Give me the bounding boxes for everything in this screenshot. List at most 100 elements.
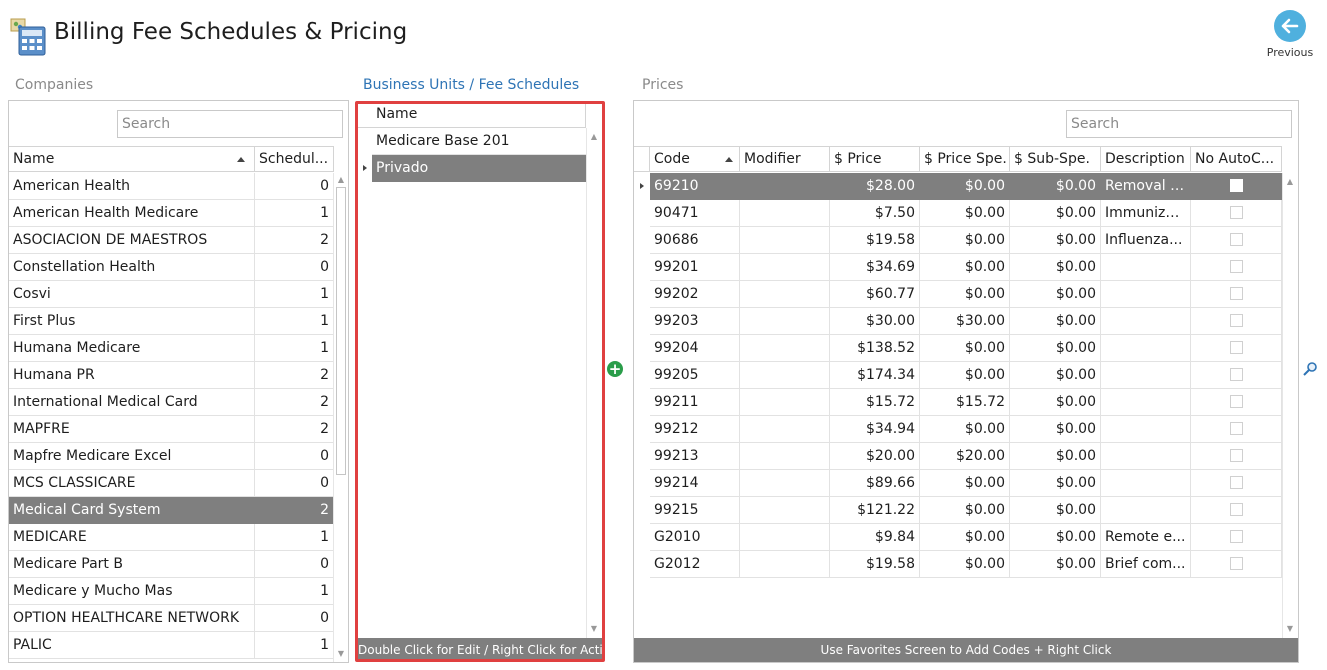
companies-scrollbar[interactable]: ▲ ▼ (333, 173, 347, 662)
no-autoc-checkbox[interactable] (1230, 395, 1243, 408)
price-row[interactable]: 69210 $28.00 $0.00 $0.00 Removal i... (650, 173, 1282, 200)
scroll-up-icon[interactable]: ▲ (336, 175, 346, 185)
company-row[interactable]: MAPFRE 2 (9, 416, 334, 443)
prices-col-price[interactable]: $ Price (830, 147, 920, 172)
price-modifier (740, 362, 830, 388)
company-row[interactable]: PALIC 1 (9, 632, 334, 659)
prices-scrollbar[interactable]: ▲ ▼ (1282, 173, 1296, 638)
price-amount: $15.72 (830, 389, 920, 415)
scroll-down-icon[interactable]: ▼ (589, 624, 599, 634)
no-autoc-checkbox[interactable] (1230, 206, 1243, 219)
price-no-autoc-cell (1191, 227, 1282, 253)
no-autoc-checkbox[interactable] (1230, 422, 1243, 435)
price-row[interactable]: 99215 $121.22 $0.00 $0.00 (650, 497, 1282, 524)
scroll-up-icon[interactable]: ▲ (1285, 177, 1295, 187)
company-row[interactable]: First Plus 1 (9, 308, 334, 335)
no-autoc-checkbox[interactable] (1230, 476, 1243, 489)
fee-schedule-name: Medicare Base 201 (376, 133, 510, 149)
company-row[interactable]: Medical Card System 2 (9, 497, 334, 524)
price-special: $30.00 (920, 308, 1010, 334)
no-autoc-checkbox[interactable] (1230, 557, 1243, 570)
no-autoc-checkbox[interactable] (1230, 260, 1243, 273)
company-row[interactable]: MCS CLASSICARE 0 (9, 470, 334, 497)
prices-search-placeholder: Search (1071, 116, 1120, 132)
price-row[interactable]: 99201 $34.69 $0.00 $0.00 (650, 254, 1282, 281)
prices-col-description[interactable]: Description (1101, 147, 1191, 172)
price-row[interactable]: G2012 $19.58 $0.00 $0.00 Brief com... (650, 551, 1282, 578)
price-row[interactable]: 99212 $34.94 $0.00 $0.00 (650, 416, 1282, 443)
price-row[interactable]: 99214 $89.66 $0.00 $0.00 (650, 470, 1282, 497)
company-row[interactable]: American Health Medicare 1 (9, 200, 334, 227)
price-code: 99213 (650, 443, 740, 469)
companies-search-input[interactable]: Search (117, 110, 343, 138)
company-row[interactable]: Humana PR 2 (9, 362, 334, 389)
prices-search-input[interactable]: Search (1066, 110, 1292, 138)
companies-col-schedules[interactable]: Schedul... (255, 147, 334, 172)
no-autoc-checkbox[interactable] (1230, 287, 1243, 300)
company-name: MEDICARE (9, 524, 255, 550)
company-row[interactable]: American Health 0 (9, 173, 334, 200)
fee-schedule-row[interactable]: Privado (372, 155, 586, 182)
company-schedule-count: 0 (255, 605, 334, 631)
price-description: Influenza... (1101, 227, 1191, 253)
company-row[interactable]: ASOCIACION DE MAESTROS 2 (9, 227, 334, 254)
plus-circle-icon[interactable]: + (607, 361, 623, 377)
arrow-left-icon (1274, 10, 1306, 42)
company-row[interactable]: Constellation Health 0 (9, 254, 334, 281)
price-sub-special: $0.00 (1010, 200, 1101, 226)
company-row[interactable]: Medicare Part B0 (9, 551, 334, 578)
scroll-down-icon[interactable]: ▼ (336, 649, 346, 659)
no-autoc-checkbox[interactable] (1230, 503, 1243, 516)
price-row[interactable]: 99203 $30.00 $30.00 $0.00 (650, 308, 1282, 335)
price-row[interactable]: 99211 $15.72 $15.72 $0.00 (650, 389, 1282, 416)
scroll-up-icon[interactable]: ▲ (589, 132, 599, 142)
scroll-down-icon[interactable]: ▼ (1285, 624, 1295, 634)
companies-col-name[interactable]: Name (9, 147, 255, 172)
current-row-indicator-icon (363, 165, 367, 171)
prices-col-no-autoc[interactable]: No AutoC... (1191, 147, 1282, 172)
no-autoc-checkbox[interactable] (1230, 341, 1243, 354)
companies-scroll-thumb[interactable] (336, 187, 346, 475)
price-row[interactable]: 90686 $19.58 $0.00 $0.00 Influenza... (650, 227, 1282, 254)
company-schedule-count: 0 (255, 443, 334, 469)
price-code: 69210 (650, 173, 740, 199)
company-row[interactable]: MEDICARE 1 (9, 524, 334, 551)
previous-button[interactable]: Previous (1262, 10, 1318, 66)
no-autoc-checkbox[interactable] (1230, 449, 1243, 462)
price-row[interactable]: 99204 $138.52 $0.00 $0.00 (650, 335, 1282, 362)
company-row[interactable]: OPTION HEALTHCARE NETWORK 0 (9, 605, 334, 632)
price-row[interactable]: G2010 $9.84 $0.00 $0.00 Remote e... (650, 524, 1282, 551)
no-autoc-checkbox[interactable] (1230, 179, 1243, 192)
no-autoc-checkbox[interactable] (1230, 368, 1243, 381)
no-autoc-checkbox[interactable] (1230, 233, 1243, 246)
prices-panel: Search Code Modifier $ Price $ Price Spe… (633, 100, 1299, 663)
prices-col-sub-spe[interactable]: $ Sub-Spe. (1010, 147, 1101, 172)
price-row[interactable]: 99213 $20.00 $20.00 $0.00 (650, 443, 1282, 470)
price-amount: $28.00 (830, 173, 920, 199)
company-schedule-count: 0 (255, 551, 334, 577)
price-no-autoc-cell (1191, 308, 1282, 334)
company-row[interactable]: Mapfre Medicare Excel 0 (9, 443, 334, 470)
price-description (1101, 443, 1191, 469)
prices-col-price-spe[interactable]: $ Price Spe. (920, 147, 1010, 172)
no-autoc-checkbox[interactable] (1230, 530, 1243, 543)
sort-ascending-icon (725, 157, 733, 162)
company-schedule-count: 2 (255, 497, 334, 523)
fee-schedules-scrollbar[interactable]: ▲ ▼ (586, 128, 600, 638)
price-description: Brief com... (1101, 551, 1191, 577)
prices-col-modifier[interactable]: Modifier (740, 147, 830, 172)
company-row[interactable]: Medicare y Mucho Mas 1 (9, 578, 334, 605)
company-row[interactable]: Cosvi 1 (9, 281, 334, 308)
magnifier-icon[interactable] (1302, 361, 1318, 377)
company-row[interactable]: International Medical Card 2 (9, 389, 334, 416)
fee-schedules-col-name[interactable]: Name (372, 102, 586, 127)
company-name: Medicare y Mucho Mas (9, 578, 255, 604)
business-units-section-label[interactable]: Business Units / Fee Schedules (363, 77, 579, 93)
fee-schedule-row[interactable]: Medicare Base 201 (372, 128, 586, 155)
price-row[interactable]: 90471 $7.50 $0.00 $0.00 Immuniza... (650, 200, 1282, 227)
price-no-autoc-cell (1191, 281, 1282, 307)
no-autoc-checkbox[interactable] (1230, 314, 1243, 327)
company-row[interactable]: Humana Medicare 1 (9, 335, 334, 362)
price-row[interactable]: 99205 $174.34 $0.00 $0.00 (650, 362, 1282, 389)
price-row[interactable]: 99202 $60.77 $0.00 $0.00 (650, 281, 1282, 308)
